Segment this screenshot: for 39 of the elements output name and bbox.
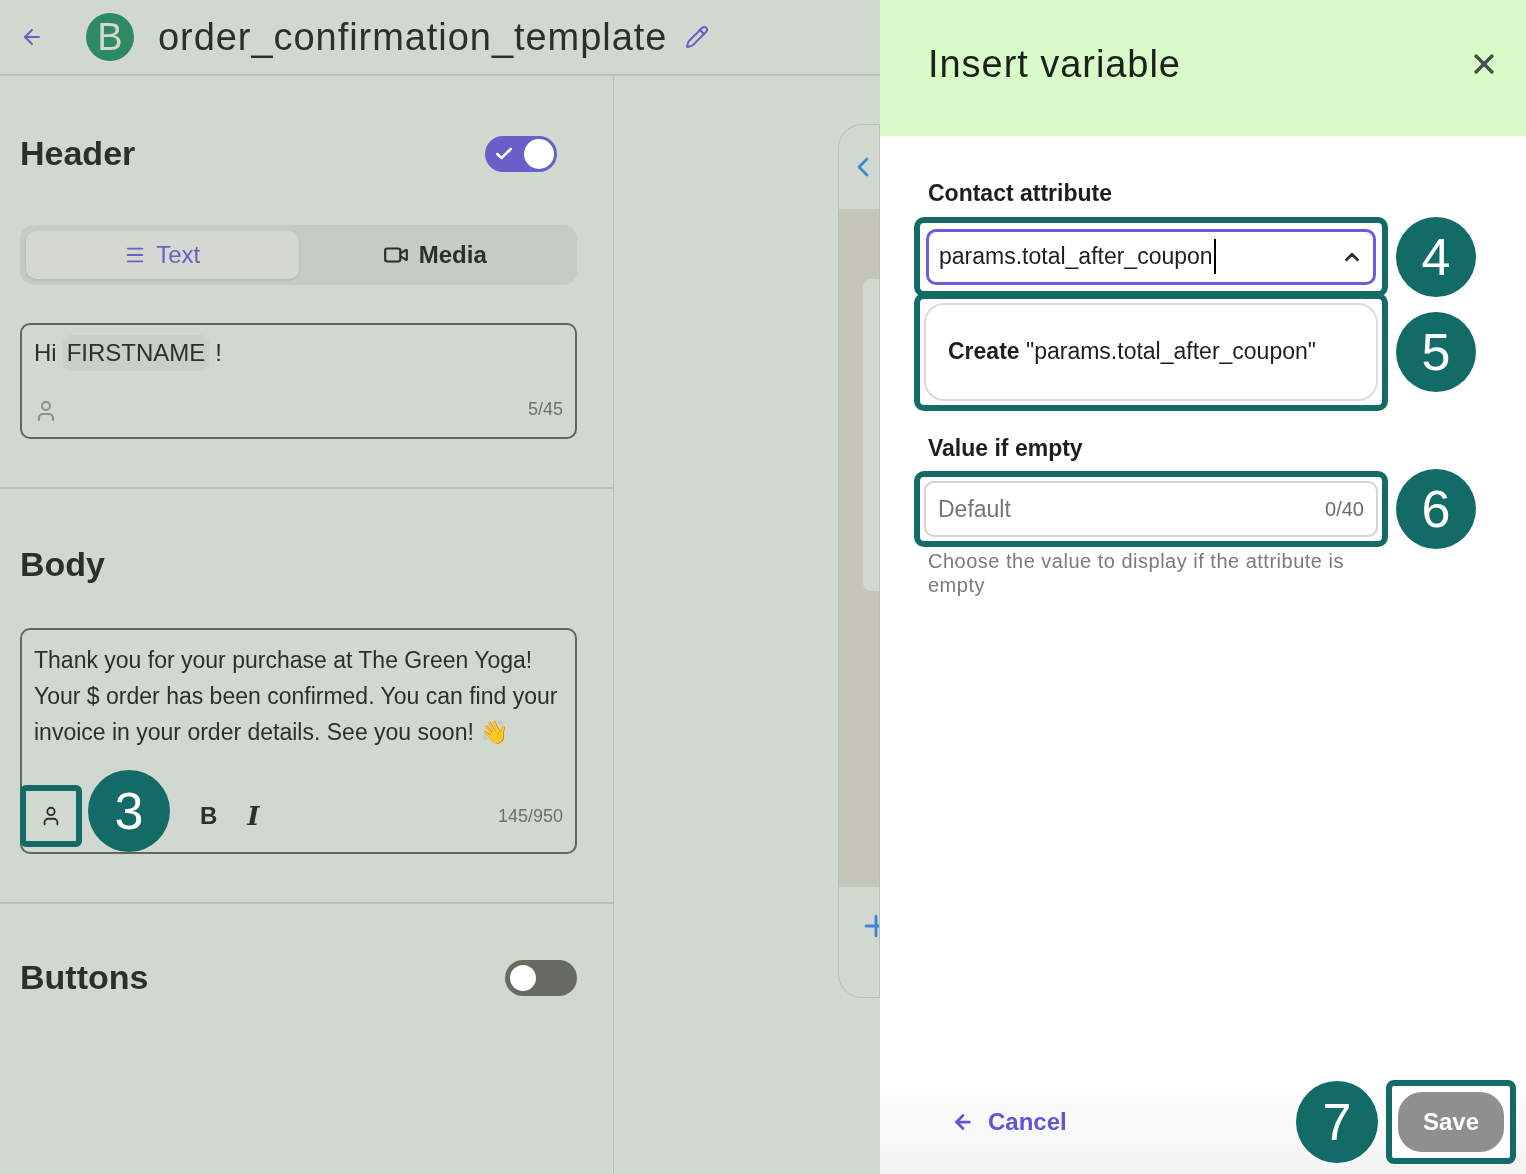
brand-logo: B bbox=[86, 13, 134, 61]
section-title: Header bbox=[20, 133, 136, 174]
cancel-button[interactable]: Cancel bbox=[952, 1104, 1067, 1140]
section-title: Body bbox=[20, 545, 105, 583]
header-text-field[interactable]: Hi FIRSTNAME ! 5/45 bbox=[20, 323, 577, 439]
field-text: Hi bbox=[34, 338, 57, 368]
dropdown-value: params.total_after_coupon bbox=[939, 239, 1216, 274]
field-hint: Choose the value to display if the attribute is empty bbox=[928, 549, 1345, 597]
step-marker: 6 bbox=[1396, 469, 1476, 549]
step-marker: 5 bbox=[1396, 311, 1476, 392]
character-count: 145/950 bbox=[497, 804, 563, 828]
create-option[interactable]: Create "params.total_after_coupon" bbox=[924, 302, 1378, 401]
character-count: 5/45 bbox=[527, 398, 563, 421]
body-text-field[interactable]: Thank you for your purchase at The Green Yoga! Your $ order has been confirmed. You can find your invoice in your order details. See you soon! 👋 3 B I 145/950 bbox=[20, 628, 577, 854]
field-label: Value if empty bbox=[928, 433, 1084, 463]
edit-pencil-icon[interactable] bbox=[685, 25, 710, 49]
toggle-knob bbox=[524, 138, 554, 169]
body-text: Thank you for your purchase at The Green Yoga! Your $ order has been confirmed. You can find your invoice in your order details. See you soon! 👋 bbox=[33, 646, 559, 747]
field-label: Contact attribute bbox=[928, 179, 1113, 208]
toggle-knob bbox=[508, 962, 538, 993]
insert-variable-button[interactable] bbox=[20, 785, 82, 847]
template-title: order_confirmation_template bbox=[158, 14, 668, 60]
character-count: 0/40 bbox=[1325, 497, 1364, 522]
bold-button[interactable]: B bbox=[200, 798, 218, 834]
default-value-input[interactable]: Default bbox=[938, 491, 1326, 527]
default-value-field[interactable]: Default 0/40 bbox=[924, 481, 1378, 537]
italic-button[interactable]: I bbox=[247, 796, 260, 836]
drawer-title: Insert variable bbox=[928, 41, 1181, 87]
segment-tab[interactable]: Text bbox=[26, 231, 299, 279]
field-text: ! bbox=[215, 338, 222, 368]
step-marker: 4 bbox=[1396, 216, 1476, 297]
section-title: Buttons bbox=[20, 957, 149, 998]
step-marker: 3 bbox=[88, 770, 170, 852]
toggle-switch[interactable] bbox=[485, 135, 557, 172]
attribute-dropdown[interactable]: params.total_after_coupon bbox=[926, 228, 1376, 285]
segment-tab[interactable]: Media bbox=[298, 231, 571, 279]
variable-chip: FIRSTNAME bbox=[62, 335, 210, 371]
toggle-switch[interactable] bbox=[505, 959, 577, 996]
step-marker: 7 bbox=[1296, 1081, 1378, 1163]
